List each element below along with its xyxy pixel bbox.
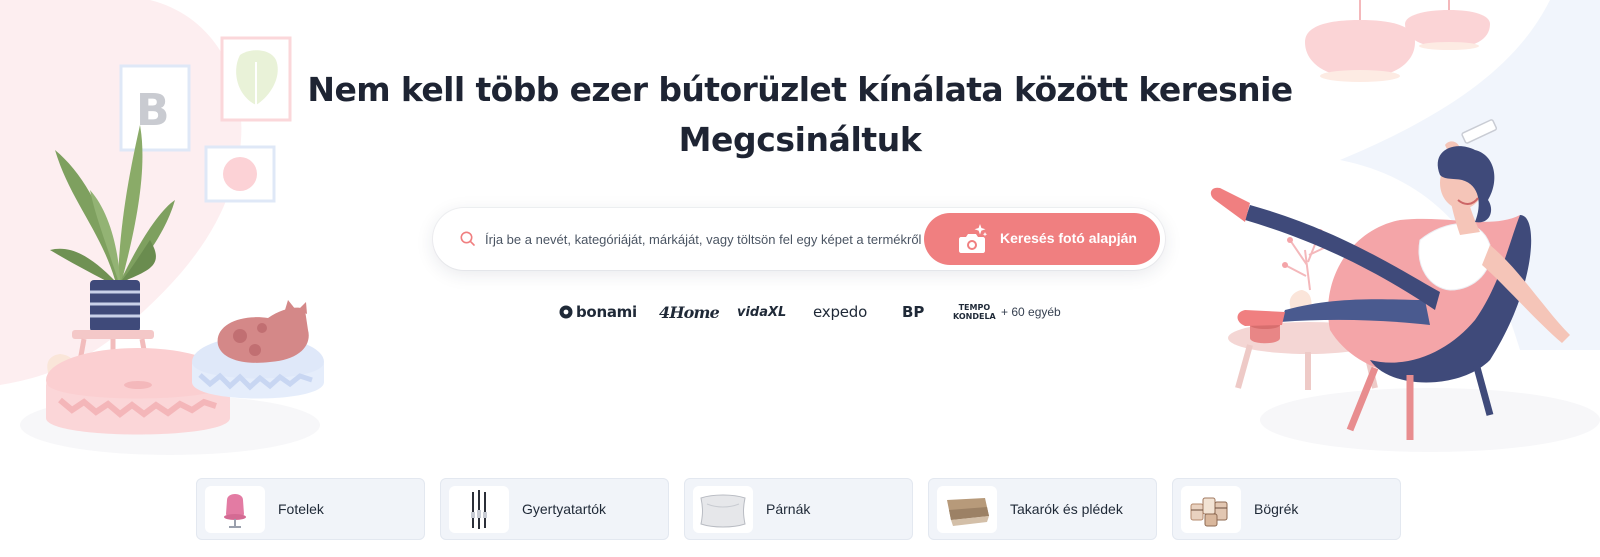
category-card-fotelek[interactable]: Fotelek [196, 478, 425, 540]
mugs-thumbnail [1181, 486, 1241, 533]
brand-logo-expedo: expedo [813, 303, 868, 321]
camera-sparkle-icon [958, 223, 988, 255]
category-label: Párnák [766, 501, 811, 517]
category-list: Fotelek Gyertyatartók Párnák Takarók és … [196, 478, 1401, 540]
brand-logo-tempo-kondela: TEMPO KONDELA [953, 298, 996, 326]
category-label: Gyertyatartók [522, 501, 607, 517]
hero-section: B Nem kell több ezer bútorüzlet kínálata… [0, 0, 1600, 557]
search-icon [459, 230, 477, 248]
category-label: Takarók és plédek [1010, 501, 1123, 517]
photo-search-label: Keresés fotó alapján [1000, 230, 1137, 246]
category-label: Fotelek [278, 501, 324, 517]
pillow-thumbnail [693, 486, 753, 533]
blanket-thumbnail [937, 486, 997, 533]
category-card-gyertyatartok[interactable]: Gyertyatartók [440, 478, 669, 540]
brand-tempo-top: TEMPO [958, 303, 991, 312]
more-brands-link[interactable]: + 60 egyéb [1001, 298, 1061, 326]
brand-tempo-bottom: KONDELA [953, 312, 996, 321]
brand-logo-bonami: bonami [558, 298, 637, 326]
search-bar: Keresés fotó alapján [433, 208, 1353, 270]
hero-title: Nem kell több ezer bútorüzlet kínálata k… [307, 70, 1293, 109]
brand-logo-4home: 4Home [659, 302, 720, 322]
category-label: Bögrék [1254, 501, 1299, 517]
category-card-takarok-es-pledek[interactable]: Takarók és plédek [928, 478, 1157, 540]
brand-logo-bp: BP [902, 303, 925, 321]
brand-logo-vidaxl: vidaXL [737, 304, 787, 320]
search-input-container [485, 224, 1353, 254]
candle-holder-thumbnail [449, 486, 509, 533]
category-card-parnak[interactable]: Párnák [684, 478, 913, 540]
partner-brands: bonami 4Home vidaXL expedo BP TEMPO KOND… [0, 298, 1600, 328]
search-input[interactable] [485, 224, 1353, 254]
hero-subtitle: Megcsináltuk [678, 120, 922, 159]
photo-search-button[interactable]: Keresés fotó alapján [924, 213, 1160, 265]
category-card-bogrek[interactable]: Bögrék [1172, 478, 1401, 540]
armchair-thumbnail [205, 486, 265, 533]
